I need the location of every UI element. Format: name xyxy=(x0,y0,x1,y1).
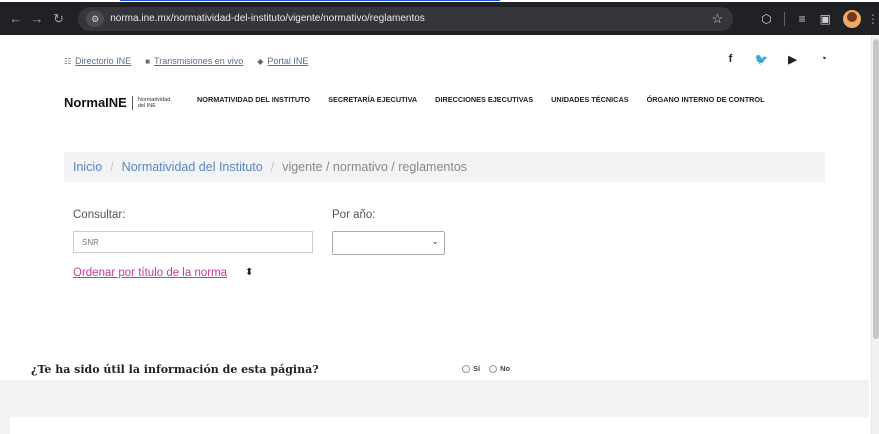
menu-item-secretaria[interactable]: SECRETARÍA EJECUTIVA xyxy=(328,95,417,104)
back-icon[interactable]: ← xyxy=(8,11,23,27)
browser-toolbar: ← → ↻ ⚙ norma.ine.mx/normatividad-del-in… xyxy=(0,2,879,35)
sort-icon[interactable]: ⬍ xyxy=(245,267,253,278)
home-icon: ◆ xyxy=(257,56,264,66)
link-directorio-label[interactable]: Directorio INE xyxy=(75,56,131,66)
extensions-icon[interactable]: ⬡ xyxy=(761,12,771,26)
forward-icon[interactable]: → xyxy=(29,11,44,27)
url-text[interactable]: norma.ine.mx/normatividad-del-instituto/… xyxy=(110,13,711,24)
feedback-bottom-strip xyxy=(10,417,879,434)
feedback-no-label: No xyxy=(500,364,511,373)
feedback-yes[interactable]: Sí xyxy=(462,364,480,373)
consultar-label: Consultar: xyxy=(73,209,126,221)
scrollbar-thumb[interactable] xyxy=(873,39,879,339)
menu-item-organo[interactable]: ÓRGANO INTERNO DE CONTROL xyxy=(647,95,765,104)
site-logo[interactable]: NormaINE Normatividad del INE xyxy=(64,95,171,110)
breadcrumb-separator: / xyxy=(270,160,275,174)
feedback-no[interactable]: No xyxy=(489,364,510,373)
link-directorio[interactable]: ☷ Directorio INE xyxy=(64,56,131,66)
facebook-icon[interactable]: f xyxy=(715,53,746,66)
site-settings-icon[interactable]: ⚙ xyxy=(86,10,105,27)
breadcrumb: Inicio / Normatividad del Instituto / vi… xyxy=(64,152,825,182)
main-menu: NORMATIVIDAD DEL INSTITUTO SECRETARÍA EJ… xyxy=(197,95,783,104)
address-bar[interactable]: ⚙ norma.ine.mx/normatividad-del-institut… xyxy=(78,6,734,31)
menu-item-normatividad[interactable]: NORMATIVIDAD DEL INSTITUTO xyxy=(197,95,310,104)
utility-links: ☷ Directorio INE ■ Transmisiones en vivo… xyxy=(64,56,322,66)
page-scrollbar[interactable] xyxy=(871,35,879,434)
video-icon: ■ xyxy=(145,56,151,66)
breadcrumb-separator: / xyxy=(110,160,114,174)
reload-icon[interactable]: ↻ xyxy=(51,11,66,27)
sitemap-icon: ☷ xyxy=(64,56,72,66)
link-portal-label[interactable]: Portal INE xyxy=(267,56,308,66)
brand-subtitle: Normatividad del INE xyxy=(137,96,171,109)
link-transmisiones[interactable]: ■ Transmisiones en vivo xyxy=(145,56,243,66)
feedback-yes-label: Sí xyxy=(473,364,481,373)
breadcrumb-inicio[interactable]: Inicio xyxy=(73,160,102,174)
link-transmisiones-label[interactable]: Transmisiones en vivo xyxy=(154,56,243,66)
feedback-options: Sí No xyxy=(462,364,519,373)
brand-divider xyxy=(131,95,133,110)
social-links: f 🐦 ▶ ◔ xyxy=(715,53,839,66)
twitter-icon[interactable]: 🐦 xyxy=(746,53,777,66)
menu-kebab-icon[interactable]: ⋮ xyxy=(867,12,879,26)
year-label: Por año: xyxy=(332,209,376,221)
toolbar-divider xyxy=(783,11,785,26)
menu-item-direcciones[interactable]: DIRECCIONES EJECUTIVAS xyxy=(435,95,533,104)
bookmark-star-icon[interactable]: ☆ xyxy=(712,11,724,27)
chevron-down-icon: ⌄ xyxy=(431,236,439,246)
link-portal[interactable]: ◆ Portal INE xyxy=(257,56,308,66)
side-panel-icon[interactable]: ▣ xyxy=(820,12,831,26)
youtube-icon[interactable]: ▶ xyxy=(777,53,808,66)
breadcrumb-current: vigente / normativo / reglamentos xyxy=(282,160,468,174)
breadcrumb-normatividad[interactable]: Normatividad del Instituto xyxy=(122,160,263,174)
sort-by-title-link[interactable]: Ordenar por título de la norma xyxy=(73,267,227,279)
profile-avatar[interactable] xyxy=(843,9,862,28)
media-icon[interactable]: ≡ xyxy=(799,12,806,26)
search-input[interactable] xyxy=(73,231,313,253)
menu-item-unidades[interactable]: UNIDADES TÉCNICAS xyxy=(551,95,628,104)
year-select[interactable]: ⌄ xyxy=(332,231,445,255)
rss-icon[interactable]: ◔ xyxy=(808,53,839,66)
radio-yes[interactable] xyxy=(462,364,470,373)
radio-no[interactable] xyxy=(489,364,498,373)
brand-name: NormaINE xyxy=(64,95,127,110)
feedback-question: ¿Te ha sido útil la información de esta … xyxy=(31,363,319,376)
